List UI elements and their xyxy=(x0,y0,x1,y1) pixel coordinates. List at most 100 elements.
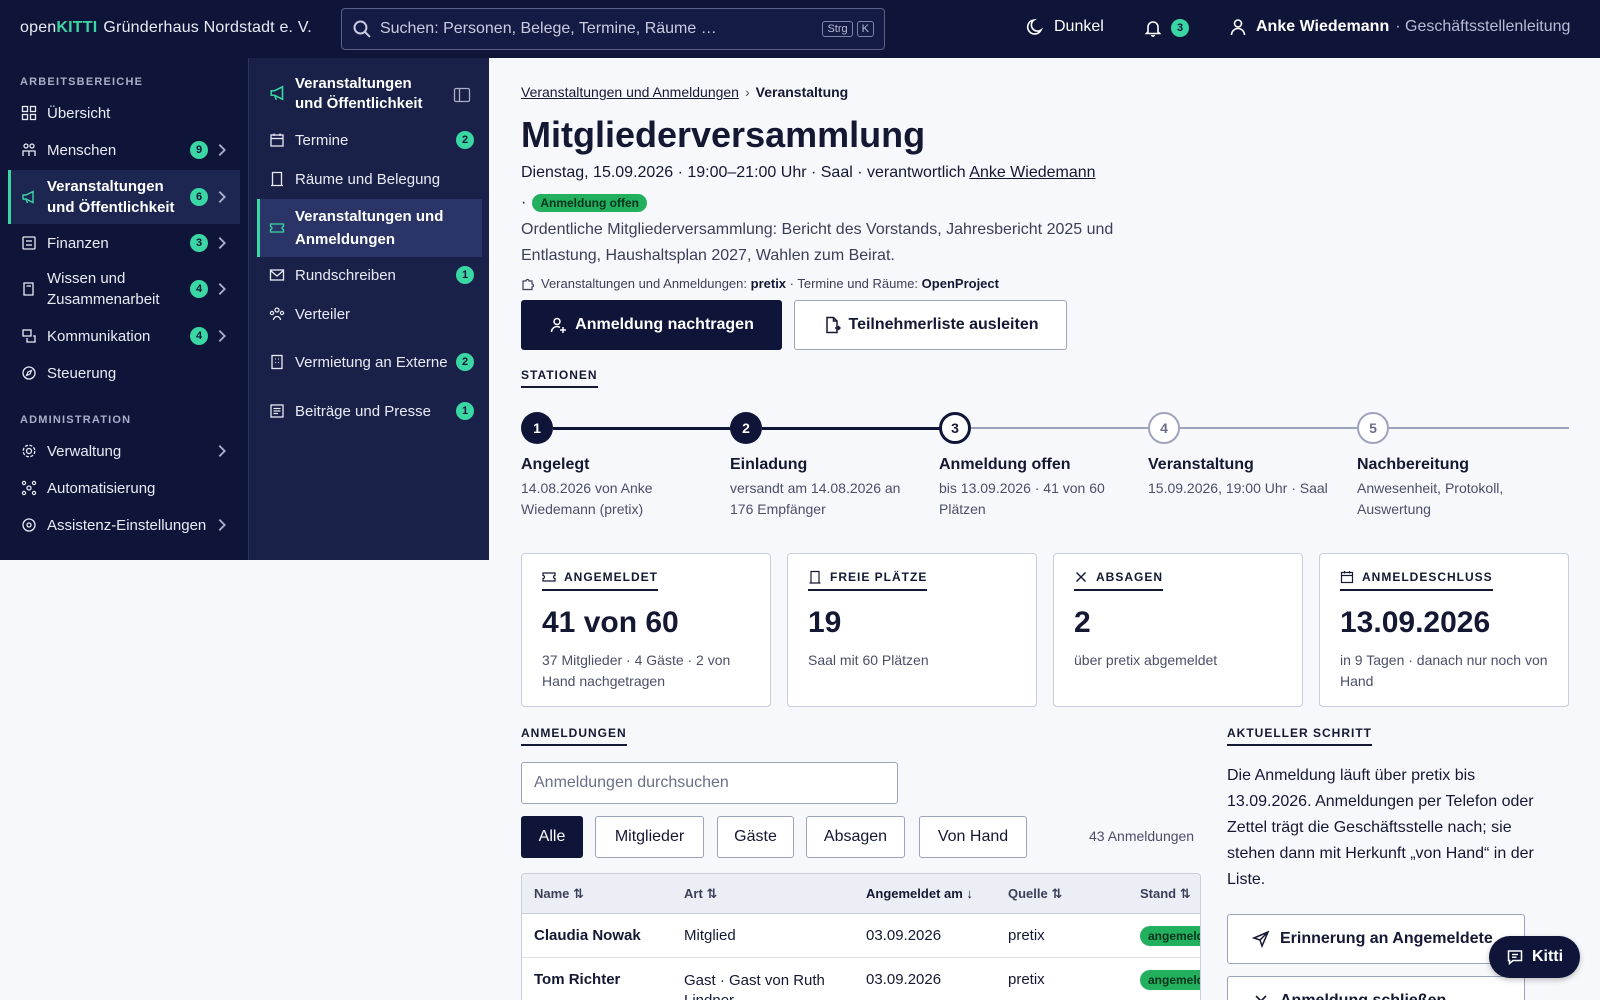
remind-registrants-label: Erinnerung an Angemeldete xyxy=(1280,930,1493,947)
cell-status-badge: angemeldet xyxy=(1140,926,1200,946)
main-sidebar: ARBEITSBEREICHE Übersicht Menschen 9 Ver… xyxy=(0,58,248,560)
filter-members[interactable]: Mitglieder xyxy=(595,816,704,858)
notifications-button[interactable]: 3 xyxy=(1143,18,1189,38)
subnav-item-badge: 2 xyxy=(456,131,474,149)
subnav-item-label: Räume und Belegung xyxy=(295,170,441,188)
puzzle-icon xyxy=(522,278,535,290)
progress-stepper: 1 Angelegt 14.08.2026 von Anke Wiedemann… xyxy=(521,412,1569,522)
stat-card-subtext: über pretix abgemeldet xyxy=(1074,652,1218,668)
chevron-right-icon xyxy=(218,283,226,295)
subnav-header: Veranstaltungen und Öffentlichkeit xyxy=(269,74,479,114)
export-attendee-list-label: Teilnehmerliste ausleiten xyxy=(848,316,1039,333)
column-header-name[interactable]: Name ⇅ xyxy=(534,886,584,902)
column-header-date[interactable]: Angemeldet am ↓ xyxy=(866,886,973,901)
table-row[interactable]: Tom Richter Gast · Gast von Ruth Lindner… xyxy=(522,958,1200,1000)
stat-card-registered: ANGEMELDET 41 von 60 37 Mitglieder · 4 G… xyxy=(521,553,771,707)
sidebar-item-label: Finanzen xyxy=(47,234,109,252)
stat-card-value: 2 xyxy=(1074,606,1091,639)
stat-card-value: 13.09.2026 xyxy=(1340,606,1491,639)
step-number: 3 xyxy=(939,412,971,444)
table-row[interactable]: Claudia Nowak Mitglied 03.09.2026 pretix… xyxy=(522,914,1200,958)
sidebar-item-label: Veranstaltungen und Öffentlichkeit xyxy=(47,178,175,216)
step-connector xyxy=(762,427,942,430)
add-registration-button[interactable]: Anmeldung nachtragen xyxy=(521,300,782,350)
search-icon xyxy=(353,20,371,38)
subnav-item-rooms[interactable]: Räume und Belegung xyxy=(257,165,482,193)
breadcrumb-separator: › xyxy=(744,84,750,100)
stat-card-subtext: Saal mit 60 Plätzen xyxy=(808,652,929,668)
subnav-item-circulars[interactable]: Rundschreiben 1 xyxy=(257,261,482,289)
megaphone-icon xyxy=(22,190,34,204)
subnav-item-distribution-lists[interactable]: Verteiler xyxy=(257,300,482,328)
newspaper-icon xyxy=(270,404,284,418)
user-menu[interactable]: Anke Wiedemann · Geschäftsstellenleitung xyxy=(1228,17,1570,37)
stat-card-value: 19 xyxy=(808,606,842,639)
tool-value-rooms: OpenProject xyxy=(921,276,999,291)
bell-icon xyxy=(1144,21,1162,37)
breadcrumb-current: Veranstaltung xyxy=(755,84,849,100)
brand[interactable]: openKITTI Gründerhaus Nordstadt e. V. xyxy=(20,19,312,37)
chevron-right-icon xyxy=(218,191,226,203)
chat-icon xyxy=(22,329,36,343)
search-input[interactable] xyxy=(379,20,819,38)
step-subtitle: Anwesenheit, Protokoll, Auswertung xyxy=(1357,480,1504,517)
step-number: 2 xyxy=(730,412,762,444)
subnav-item-label: Vermietung an Externe xyxy=(295,353,448,371)
breadcrumb: Veranstaltungen und Anmeldungen › Veransta… xyxy=(521,84,848,100)
sidebar-item-overview[interactable]: Übersicht xyxy=(8,100,240,126)
assistant-icon xyxy=(22,518,36,532)
shortcut-key-k: K xyxy=(856,21,874,37)
subnav-item-press[interactable]: Beiträge und Presse 1 xyxy=(257,397,482,425)
workflow-icon xyxy=(21,480,37,496)
collapse-sidebar-icon[interactable] xyxy=(453,86,471,104)
sidebar-item-badge: 6 xyxy=(190,188,208,206)
sidebar-item-control[interactable]: Steuerung xyxy=(8,360,240,386)
column-header-status[interactable]: Stand ⇅ xyxy=(1140,886,1191,902)
remind-registrants-button[interactable]: Erinnerung an Angemeldete xyxy=(1227,914,1525,964)
subnav-item-events-registrations[interactable]: Veranstaltungen und Anmeldungen xyxy=(257,199,482,257)
door-icon xyxy=(809,570,821,584)
stat-card-cancellations: ABSAGEN 2 über pretix abgemeldet xyxy=(1053,553,1303,707)
sidebar-item-events[interactable]: Veranstaltungen und Öffentlichkeit 6 xyxy=(8,170,240,224)
global-search[interactable]: Strg K xyxy=(341,8,885,50)
sidebar-item-communication[interactable]: Kommunikation 4 xyxy=(8,323,240,349)
subnav-item-label: Termine xyxy=(295,131,349,149)
filter-manual[interactable]: Von Hand xyxy=(919,816,1027,858)
responsible-person-link[interactable]: Anke Wiedemann xyxy=(969,164,1095,181)
file-export-icon xyxy=(825,316,841,334)
sidebar-item-assistant-settings[interactable]: Assistenz-Einstellungen xyxy=(8,512,240,538)
filter-all[interactable]: Alle xyxy=(521,816,583,858)
stat-card-heading: ANMELDESCHLUSS xyxy=(1340,570,1493,591)
cell-status-badge: angemeldet xyxy=(1140,970,1200,990)
sidebar-item-automation[interactable]: Automatisierung xyxy=(8,475,240,501)
close-registration-button[interactable]: Anmeldung schließen xyxy=(1227,976,1525,1000)
filter-cancellations[interactable]: Absagen xyxy=(806,816,905,858)
registrations-search-input[interactable] xyxy=(521,762,898,804)
column-header-source[interactable]: Quelle ⇅ xyxy=(1008,886,1062,902)
event-description: Ordentliche Mitgliederversammlung: Beric… xyxy=(521,221,1114,264)
current-step-heading: AKTUELLER SCHRITT xyxy=(1227,726,1372,746)
stat-card-free-seats: FREIE PLÄTZE 19 Saal mit 60 Plätzen xyxy=(787,553,1037,707)
subnav-item-appointments[interactable]: Termine 2 xyxy=(257,126,482,154)
filter-guests[interactable]: Gäste xyxy=(717,816,794,858)
theme-toggle[interactable]: Dunkel xyxy=(1026,17,1104,37)
step-title: Einladung xyxy=(730,456,808,473)
sidebar-item-knowledge[interactable]: Wissen und Zusammenarbeit 4 xyxy=(8,266,240,312)
sidebar-item-people[interactable]: Menschen 9 xyxy=(8,137,240,163)
step-title: Veranstaltung xyxy=(1148,456,1254,473)
cell-type: Mitglied xyxy=(684,927,736,944)
subnav-item-external-rentals[interactable]: Vermietung an Externe 2 xyxy=(257,337,482,387)
sidebar-item-finance[interactable]: Finanzen 3 xyxy=(8,230,240,256)
chat-bubble-icon xyxy=(1507,950,1523,966)
sidebar-section-workspaces: ARBEITSBEREICHE xyxy=(20,76,144,88)
sidebar-item-badge: 9 xyxy=(190,141,208,159)
chevron-right-icon xyxy=(218,519,226,531)
sidebar-item-label: Assistenz-Einstellungen xyxy=(47,516,207,534)
breadcrumb-link-events[interactable]: Veranstaltungen und Anmeldungen xyxy=(521,84,739,100)
assistant-button[interactable]: Kitti xyxy=(1489,936,1580,978)
shortcut-key-ctrl: Strg xyxy=(822,21,853,37)
ledger-icon xyxy=(22,236,36,250)
column-header-type[interactable]: Art ⇅ xyxy=(684,886,717,902)
sidebar-item-administration[interactable]: Verwaltung xyxy=(8,438,240,464)
export-attendee-list-button[interactable]: Teilnehmerliste ausleiten xyxy=(794,300,1067,350)
